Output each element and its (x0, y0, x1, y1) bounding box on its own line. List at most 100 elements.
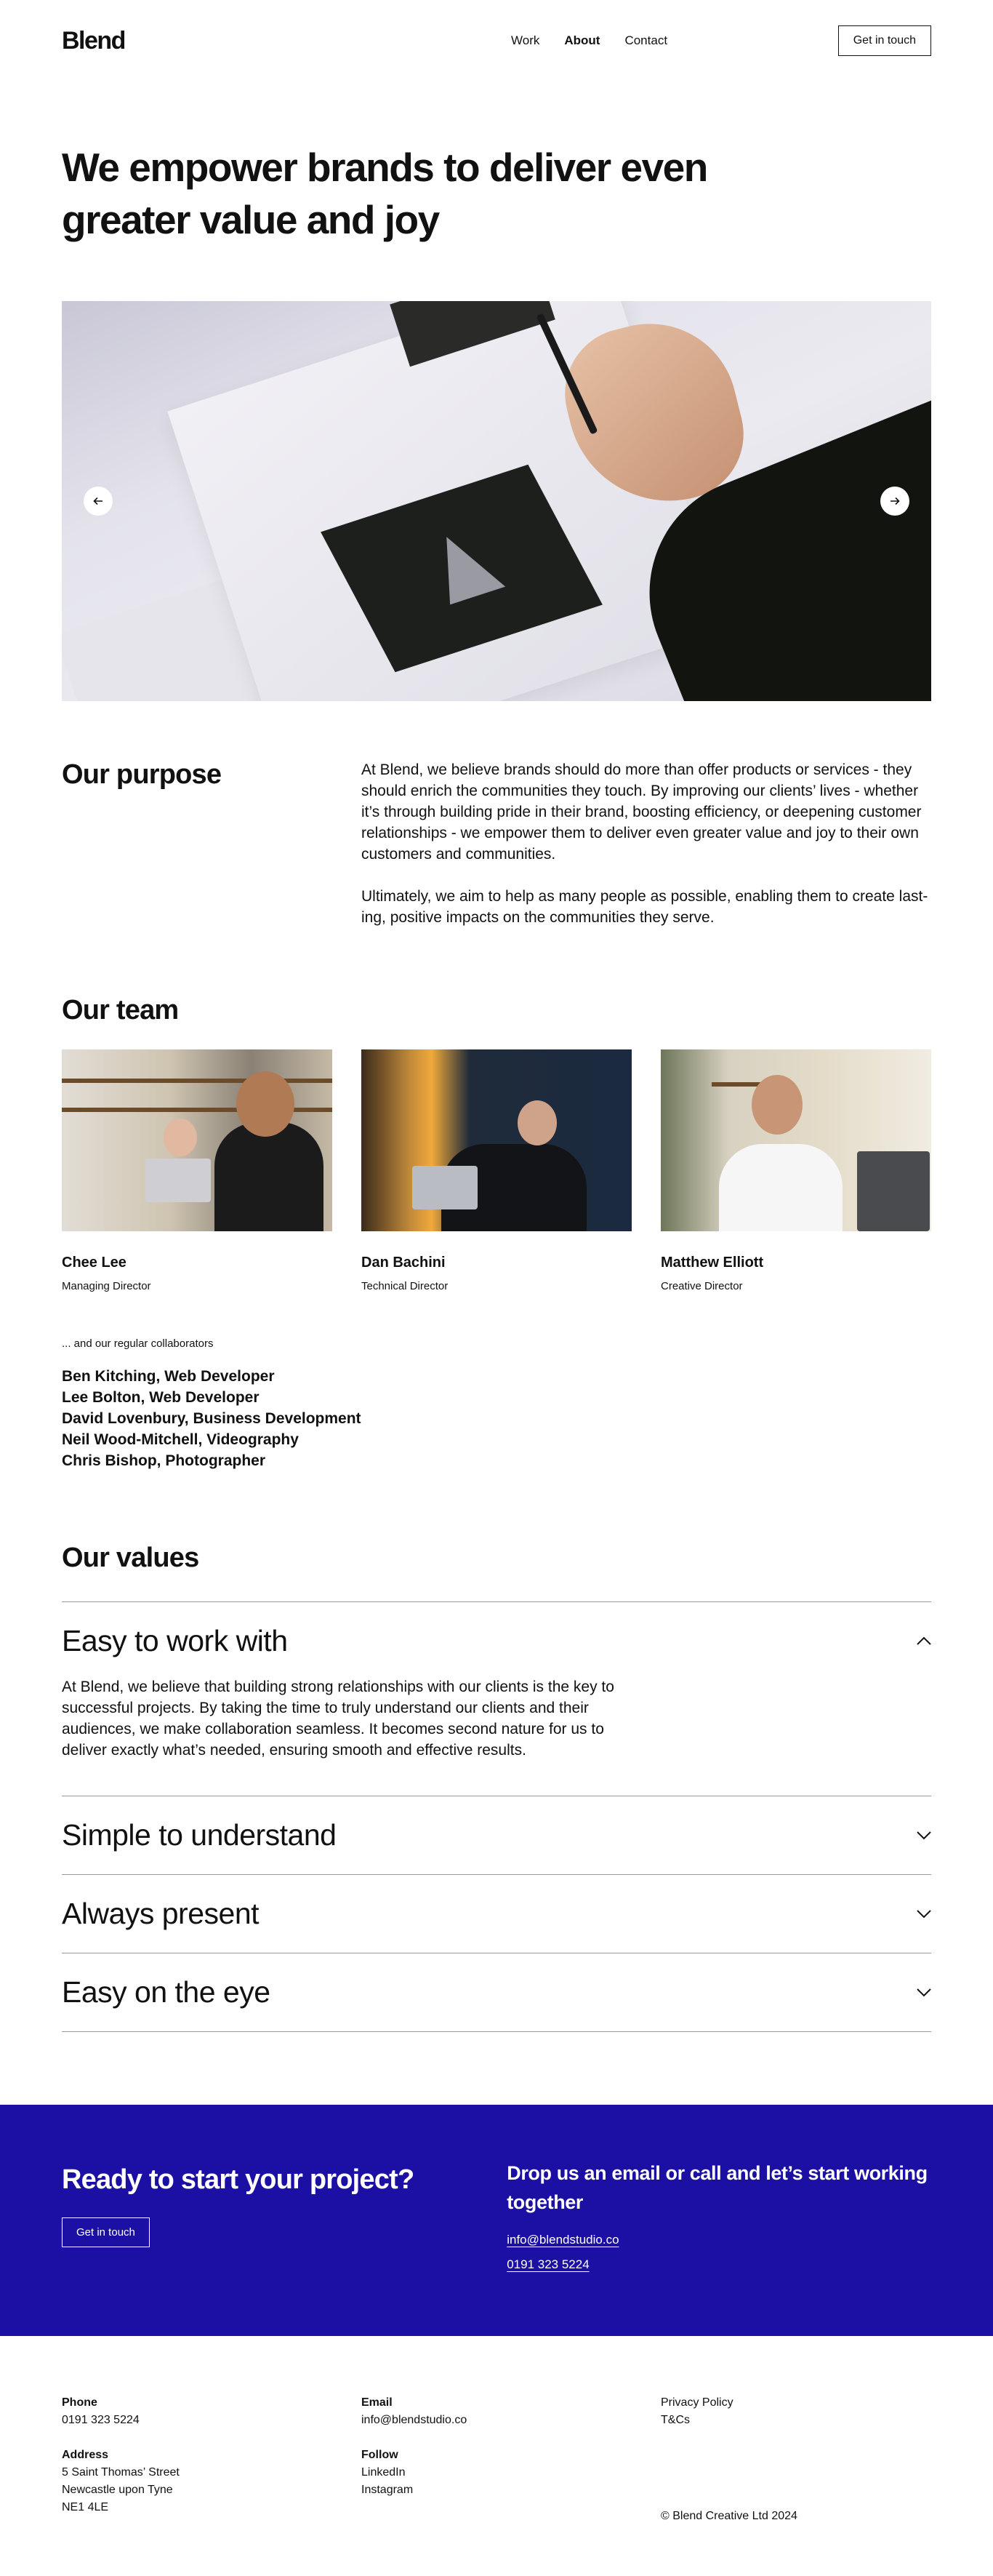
values-title: Our values (62, 1543, 199, 1573)
phone-link[interactable]: 0191 323 5224 (507, 2257, 931, 2272)
purpose-section: Our purpose At Blend, we believe brands … (62, 759, 931, 928)
main-nav: Work About Contact (511, 33, 667, 48)
linkedin-link[interactable]: LinkedIn (361, 2464, 661, 2481)
team-member-name: Chee Lee (62, 1255, 126, 1271)
photo-head (164, 1119, 197, 1156)
accordion-title: Always present (62, 1897, 260, 1930)
photo-laptop (145, 1159, 211, 1202)
team-member-photo (361, 1049, 632, 1231)
accordion-header[interactable]: Easy on the eye (62, 1953, 931, 2031)
accordion-item: Simple to understand (62, 1796, 931, 1874)
chevron-down-icon (917, 1828, 931, 1843)
footer-column: Privacy Policy T&Cs © Blend Creative Ltd… (661, 2394, 931, 2522)
chevron-down-icon (917, 1985, 931, 2000)
footer-label: Phone (62, 2396, 97, 2409)
chevron-up-icon (917, 1633, 931, 1648)
site-header: Blend Work About Contact Get in touch (0, 0, 993, 81)
logo[interactable]: Blend (62, 27, 126, 55)
team-member: Matthew Elliott Creative Director (661, 1049, 931, 1292)
footer-follow: Follow LinkedIn Instagram (361, 2447, 661, 2499)
accordion-title: Simple to understand (62, 1818, 337, 1852)
team-member-photo (62, 1049, 332, 1231)
photo-person (214, 1122, 323, 1231)
collaborators-list: Ben Kitching, Web Developer Lee Bolton, … (62, 1366, 931, 1471)
photo-shelf (62, 1079, 332, 1083)
accordion-title: Easy on the eye (62, 1975, 270, 2009)
team-member-role: Managing Director (62, 1280, 151, 1292)
purpose-paragraph: Ultimately, we aim to help as many peopl… (361, 888, 928, 926)
list-item: Chris Bishop, Photographer (62, 1452, 266, 1469)
nav-item-work[interactable]: Work (511, 33, 539, 48)
nav-item-contact[interactable]: Contact (624, 33, 667, 48)
privacy-policy-link[interactable]: Privacy Policy (661, 2394, 931, 2412)
footer-label: Email (361, 2396, 393, 2409)
photo-laptop (412, 1166, 478, 1209)
team-member: Chee Lee Managing Director (62, 1049, 332, 1292)
team-member-role: Creative Director (661, 1280, 743, 1292)
collaborators-intro: ... and our regular collaborators (62, 1337, 214, 1350)
terms-link[interactable]: T&Cs (661, 2412, 931, 2429)
footer-email: Email info@blendstudio.co (361, 2394, 661, 2429)
accordion-item: Always present (62, 1874, 931, 1953)
site-footer: Phone 0191 323 5224 Address 5 Saint Thom… (0, 2336, 993, 2576)
footer-label: Follow (361, 2449, 398, 2461)
values-section: Our values Easy to work with At Blend, w… (62, 1543, 931, 2032)
values-accordion: Easy to work with At Blend, we believe t… (62, 1601, 931, 2032)
footer-column: Phone 0191 323 5224 Address 5 Saint Thom… (62, 2394, 361, 2516)
footer-email-link[interactable]: info@blendstudio.co (361, 2414, 467, 2426)
footer-phone-link[interactable]: 0191 323 5224 (62, 2414, 140, 2426)
nav-item-about[interactable]: About (564, 33, 600, 48)
list-item: Lee Bolton, Web Developer (62, 1389, 260, 1406)
carousel-prev-button[interactable] (84, 487, 113, 516)
photo-head (518, 1100, 557, 1145)
list-item: Neil Wood-Mitchell, Videography (62, 1431, 299, 1448)
team-member-name: Matthew Elliott (661, 1255, 764, 1271)
image-carousel (62, 301, 931, 701)
arrow-left-icon (93, 497, 102, 505)
accordion-item: Easy to work with At Blend, we believe t… (62, 1601, 931, 1796)
email-link[interactable]: info@blendstudio.co (507, 2233, 931, 2247)
photo-head (752, 1075, 803, 1135)
cta-title: Ready to start your project? (62, 2164, 414, 2195)
footer-label: Address (62, 2449, 109, 2461)
copyright: © Blend Creative Ltd 2024 (661, 2510, 797, 2522)
footer-column: Email info@blendstudio.co Follow LinkedI… (361, 2394, 661, 2516)
team-title: Our team (62, 995, 179, 1025)
arrow-right-icon (891, 497, 900, 505)
accordion-title: Easy to work with (62, 1623, 288, 1657)
purpose-text: At Blend, we believe brands should do mo… (361, 759, 931, 928)
list-item: Ben Kitching, Web Developer (62, 1368, 275, 1385)
team-grid: Chee Lee Managing Director Dan Bachini T… (62, 1049, 931, 1292)
get-in-touch-button[interactable]: Get in touch (837, 25, 931, 56)
carousel-next-button[interactable] (880, 487, 909, 516)
photo-head (236, 1071, 294, 1137)
photo-person (719, 1144, 843, 1231)
address-line: NE1 4LE (62, 2501, 109, 2513)
purpose-paragraph: At Blend, we believe brands should do mo… (361, 761, 922, 863)
accordion-header[interactable]: Simple to understand (62, 1796, 931, 1874)
main-content: We empower brands to deliver even greate… (0, 141, 993, 2336)
get-in-touch-button[interactable]: Get in touch (62, 2217, 150, 2247)
footer-phone: Phone 0191 323 5224 (62, 2394, 361, 2429)
collaborators: ... and our regular collaborators Ben Ki… (62, 1337, 931, 1471)
address-line: Newcastle upon Tyne (62, 2484, 173, 2496)
cta-left: Ready to start your project? Get in touc… (62, 2164, 507, 2272)
list-item: David Lovenbury, Business Development (62, 1410, 361, 1427)
team-member-name: Dan Bachini (361, 1255, 446, 1271)
purpose-title: Our purpose (62, 759, 222, 790)
cta-right: Drop us an email or call and let’s start… (507, 2162, 931, 2272)
instagram-link[interactable]: Instagram (361, 2481, 661, 2499)
team-section: Our team Chee Lee Managing Director Dan … (62, 995, 931, 1471)
accordion-body: At Blend, we believe that building stron… (62, 1679, 614, 1759)
cta-section: Ready to start your project? Get in touc… (0, 2105, 993, 2336)
accordion-header[interactable]: Easy to work with (62, 1602, 931, 1679)
cta-subtitle: Drop us an email or call and let’s start… (507, 2162, 928, 2213)
address-line: 5 Saint Thomas’ Street (62, 2466, 180, 2479)
accordion-header[interactable]: Always present (62, 1875, 931, 1953)
team-member-photo (661, 1049, 931, 1231)
accordion-item: Easy on the eye (62, 1953, 931, 2032)
chevron-down-icon (917, 1907, 931, 1921)
page-title: We empower brands to deliver even greate… (62, 145, 708, 242)
team-member-role: Technical Director (361, 1280, 449, 1292)
footer-address: Address 5 Saint Thomas’ Street Newcastle… (62, 2447, 361, 2516)
